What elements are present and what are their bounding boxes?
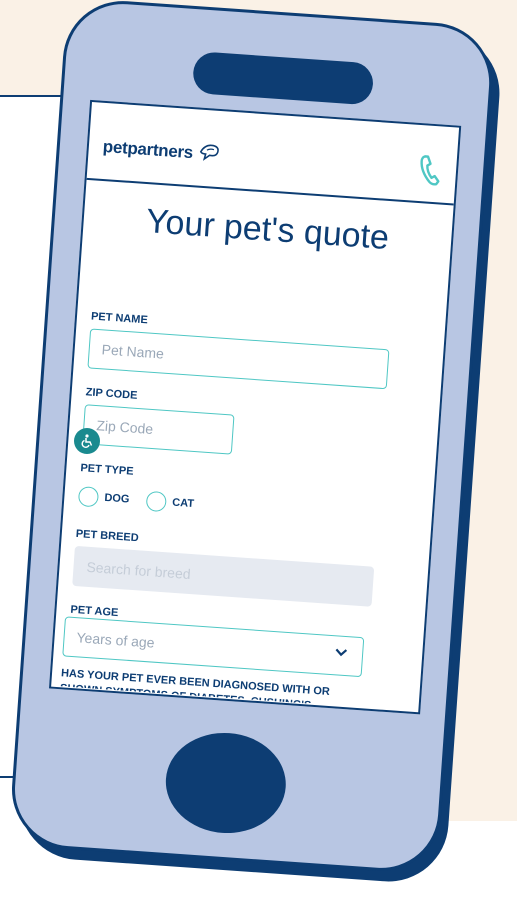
pet-age-placeholder: Years of age: [76, 629, 156, 651]
wheelchair-icon: [81, 434, 93, 448]
accessibility-button[interactable]: [74, 428, 100, 454]
chevron-down-icon: [335, 648, 348, 657]
pet-type-label: PET TYPE: [80, 462, 134, 478]
zip-code-label: ZIP CODE: [85, 386, 138, 402]
logo-text[interactable]: petpartners: [102, 137, 193, 163]
phone-speaker: [191, 51, 375, 106]
pet-breed-label: PET BREED: [75, 527, 140, 545]
site-header: petpartners: [86, 102, 460, 206]
pet-name-label: PET NAME: [90, 310, 149, 327]
pet-type-dog-radio[interactable]: [77, 486, 100, 508]
pet-type-cat-radio[interactable]: [145, 490, 167, 513]
phone-icon[interactable]: [417, 153, 443, 189]
pet-partners-logo-icon: [199, 144, 219, 161]
pet-type-cat-label[interactable]: CAT: [172, 497, 195, 510]
pet-name-input[interactable]: Pet Name: [87, 328, 390, 390]
pet-breed-input[interactable]: Search for breed: [72, 545, 375, 607]
pet-type-dog-label[interactable]: DOG: [104, 492, 130, 506]
zip-code-input[interactable]: Zip Code: [82, 404, 235, 455]
page-title: Your pet's quote: [144, 202, 391, 258]
phone-home-button: [162, 728, 290, 838]
